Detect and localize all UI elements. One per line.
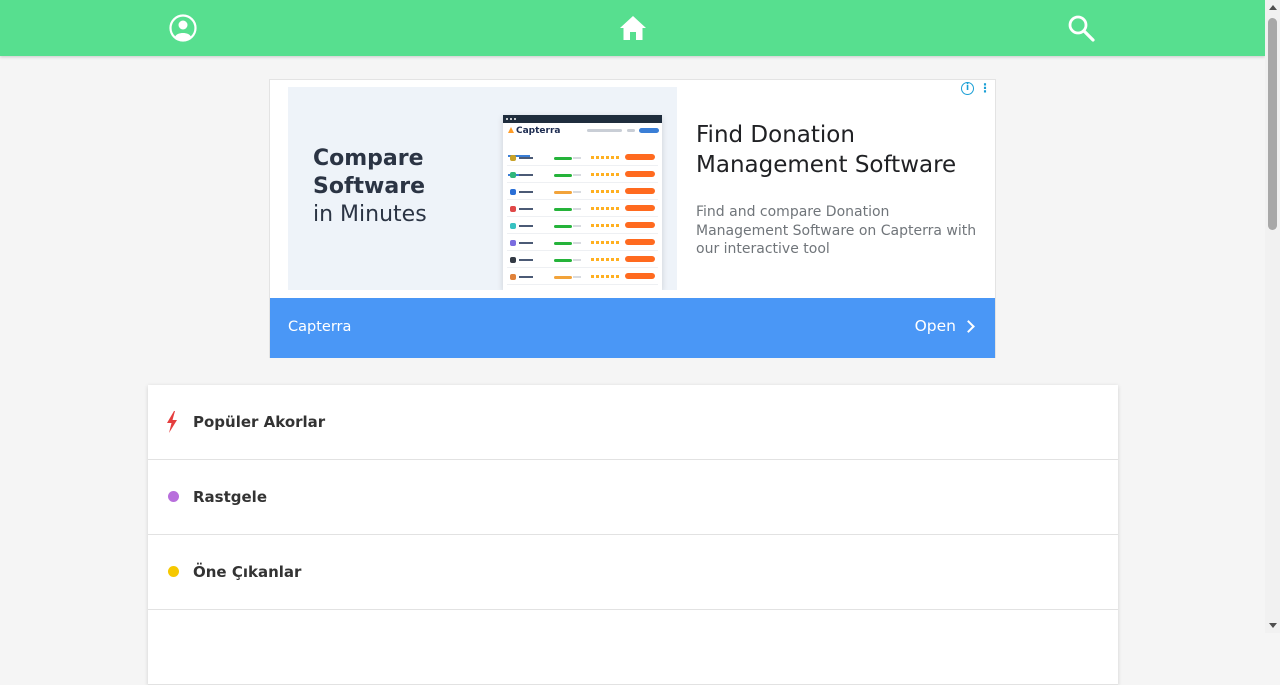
mock-row (507, 151, 658, 166)
mock-search (587, 129, 622, 132)
scroll-down-arrow[interactable] (1269, 623, 1277, 628)
ad-open-label: Open (914, 317, 956, 335)
list-item-label: Öne Çıkanlar (193, 563, 302, 581)
mock-row (507, 168, 658, 183)
search-icon[interactable] (1066, 13, 1096, 43)
mock-logo: Capterra (508, 126, 560, 136)
page-scrollbar[interactable] (1265, 0, 1280, 633)
ad-menu-icon[interactable]: ⋮ (979, 82, 991, 94)
mock-row (507, 202, 658, 217)
scroll-thumb[interactable] (1268, 18, 1277, 230)
mock-button (639, 128, 659, 133)
mock-row (507, 270, 658, 285)
mock-search-filter (627, 129, 635, 132)
ad-image-line1: Compare (313, 146, 424, 171)
chevron-right-icon (962, 320, 975, 333)
ad-description[interactable]: Find and compare Donation Management Sof… (696, 203, 986, 259)
scroll-up-arrow[interactable] (1269, 5, 1277, 10)
purple-dot-icon (168, 491, 179, 502)
ad-choices[interactable]: i ⋮ (961, 81, 991, 95)
ad-open-button[interactable]: Open (914, 317, 975, 335)
ad-info-icon[interactable]: i (961, 81, 974, 95)
mock-titlebar (503, 115, 662, 123)
ad-image[interactable]: Compare Software in Minutes Capterra (288, 87, 677, 290)
list-item-popular-chords[interactable]: Popüler Akorlar (148, 385, 1118, 460)
mock-row (507, 253, 658, 268)
ad-banner[interactable]: i ⋮ Compare Software in Minutes Capterra (269, 79, 996, 358)
ad-image-headline: Compare Software in Minutes (313, 145, 427, 229)
ad-title[interactable]: Find Donation Management Software (696, 120, 981, 180)
category-list: Popüler Akorlar Rastgele Öne Çıkanlar (148, 385, 1118, 685)
mock-tabs (508, 142, 558, 176)
top-nav-bar (0, 0, 1265, 56)
ad-image-line2: Software (313, 174, 425, 199)
list-item-featured[interactable]: Öne Çıkanlar (148, 535, 1118, 610)
home-icon[interactable] (618, 13, 648, 43)
list-item-random[interactable]: Rastgele (148, 460, 1118, 535)
mock-row (507, 185, 658, 200)
bolt-icon (167, 411, 177, 433)
ad-brand[interactable]: Capterra (288, 319, 351, 335)
list-item-label: Popüler Akorlar (193, 413, 326, 431)
yellow-dot-icon (168, 566, 179, 577)
mock-row (507, 236, 658, 251)
mock-row (507, 219, 658, 234)
ad-image-line3: in Minutes (313, 202, 427, 227)
capterra-logo-icon (508, 127, 514, 133)
ad-app-mockup: Capterra (503, 115, 662, 290)
list-item-label: Rastgele (193, 488, 267, 506)
list-item[interactable] (148, 610, 1118, 685)
user-circle-icon[interactable] (168, 13, 198, 43)
ad-cta-bar[interactable]: Capterra Open (270, 298, 995, 358)
